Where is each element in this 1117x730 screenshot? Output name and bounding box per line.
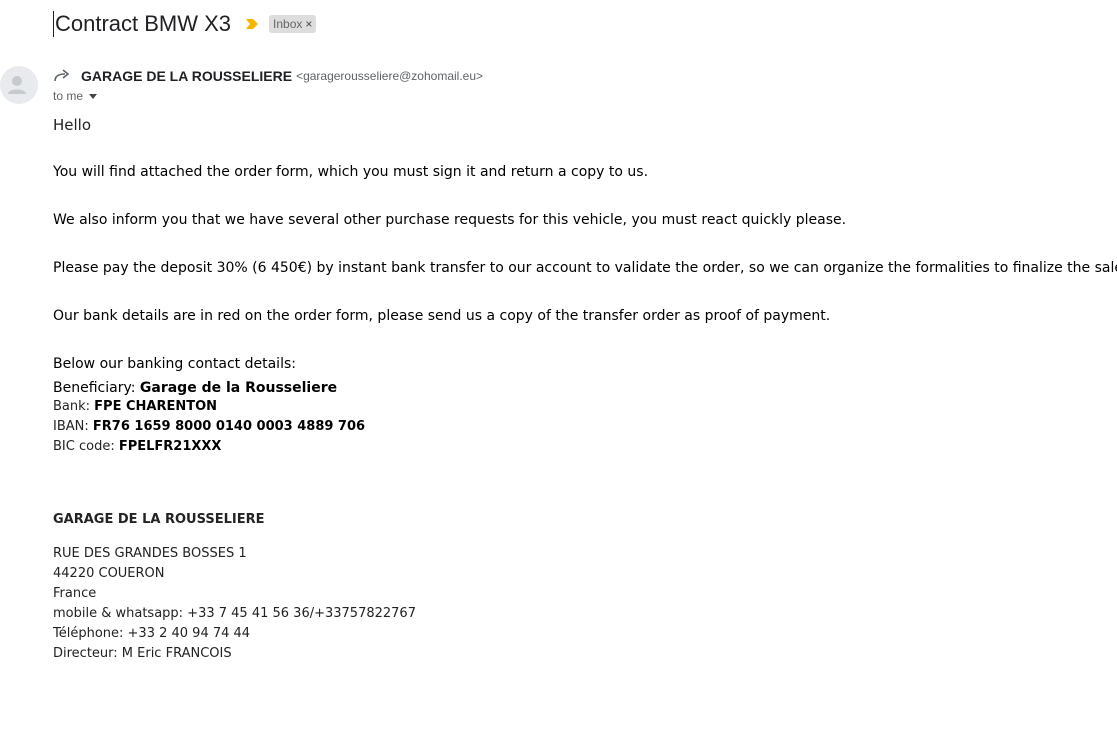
greeting-line: Hello xyxy=(53,116,92,134)
label-chip-inbox[interactable]: Inbox × xyxy=(269,15,317,33)
signature-name: GARAGE DE LA ROUSSELIERE xyxy=(53,512,265,527)
recipient-row: to me xyxy=(53,89,98,103)
bic-label: BIC code: xyxy=(53,439,119,454)
iban-value: FR76 1659 8000 0140 0003 4889 706 xyxy=(92,419,366,434)
text-cursor xyxy=(53,11,54,37)
importance-marker-icon[interactable] xyxy=(245,18,259,30)
iban-label: IBAN: xyxy=(53,419,93,434)
paragraph-bank-details: Our bank details are in red on the order… xyxy=(53,308,831,324)
signature-phone: Téléphone: +33 2 40 94 74 44 xyxy=(53,626,251,641)
bic-line: BIC code: FPELFR21XXX xyxy=(53,437,1103,457)
subject-row: Contract BMW X3 Inbox × xyxy=(53,10,317,38)
beneficiary-line: Beneficiary: Garage de la Rousseliere xyxy=(53,379,1103,397)
remove-label-icon[interactable]: × xyxy=(305,16,312,32)
avatar[interactable] xyxy=(0,66,38,104)
email-view: Contract BMW X3 Inbox × GARAGE DE LA ROU… xyxy=(0,0,1117,730)
label-chip-text: Inbox xyxy=(273,17,303,31)
bic-value: FPELFR21XXX xyxy=(118,439,222,454)
bank-value: FPE CHARENTON xyxy=(94,399,218,414)
bank-label: Bank: xyxy=(53,399,95,414)
forward-icon xyxy=(54,69,70,82)
signature-city: 44220 COUERON xyxy=(53,566,165,581)
person-icon xyxy=(8,76,26,94)
email-subject: Contract BMW X3 xyxy=(55,11,232,36)
signature-street: RUE DES GRANDES BOSSES 1 xyxy=(53,546,247,561)
message-body: Hello You will find attached the order f… xyxy=(53,115,1117,664)
recipient-label: to me xyxy=(53,89,84,103)
paragraph-banking-intro: Below our banking contact details: xyxy=(53,356,296,372)
paragraph-urgency: We also inform you that we have several … xyxy=(53,212,847,228)
chevron-down-icon[interactable] xyxy=(89,93,98,99)
signature-mobile: mobile & whatsapp: +33 7 45 41 56 36/+33… xyxy=(53,606,416,621)
beneficiary-value: Garage de la Rousseliere xyxy=(139,380,338,396)
iban-line: IBAN: FR76 1659 8000 0140 0003 4889 706 xyxy=(53,417,1103,437)
bank-line: Bank: FPE CHARENTON xyxy=(53,397,1103,417)
signature-director: Directeur: M Eric FRANCOIS xyxy=(53,646,232,661)
sender-row: GARAGE DE LA ROUSSELIERE <garagerousseli… xyxy=(53,66,483,86)
paragraph-deposit: Please pay the deposit 30% (6 450€) by i… xyxy=(53,260,1117,276)
sender-email: <garagerousseliere@zohomail.eu> xyxy=(296,69,484,83)
sender-name[interactable]: GARAGE DE LA ROUSSELIERE xyxy=(81,68,292,84)
paragraph-attachment: You will find attached the order form, w… xyxy=(53,164,649,180)
beneficiary-label: Beneficiary: xyxy=(53,380,140,396)
signature-country: France xyxy=(53,586,97,601)
